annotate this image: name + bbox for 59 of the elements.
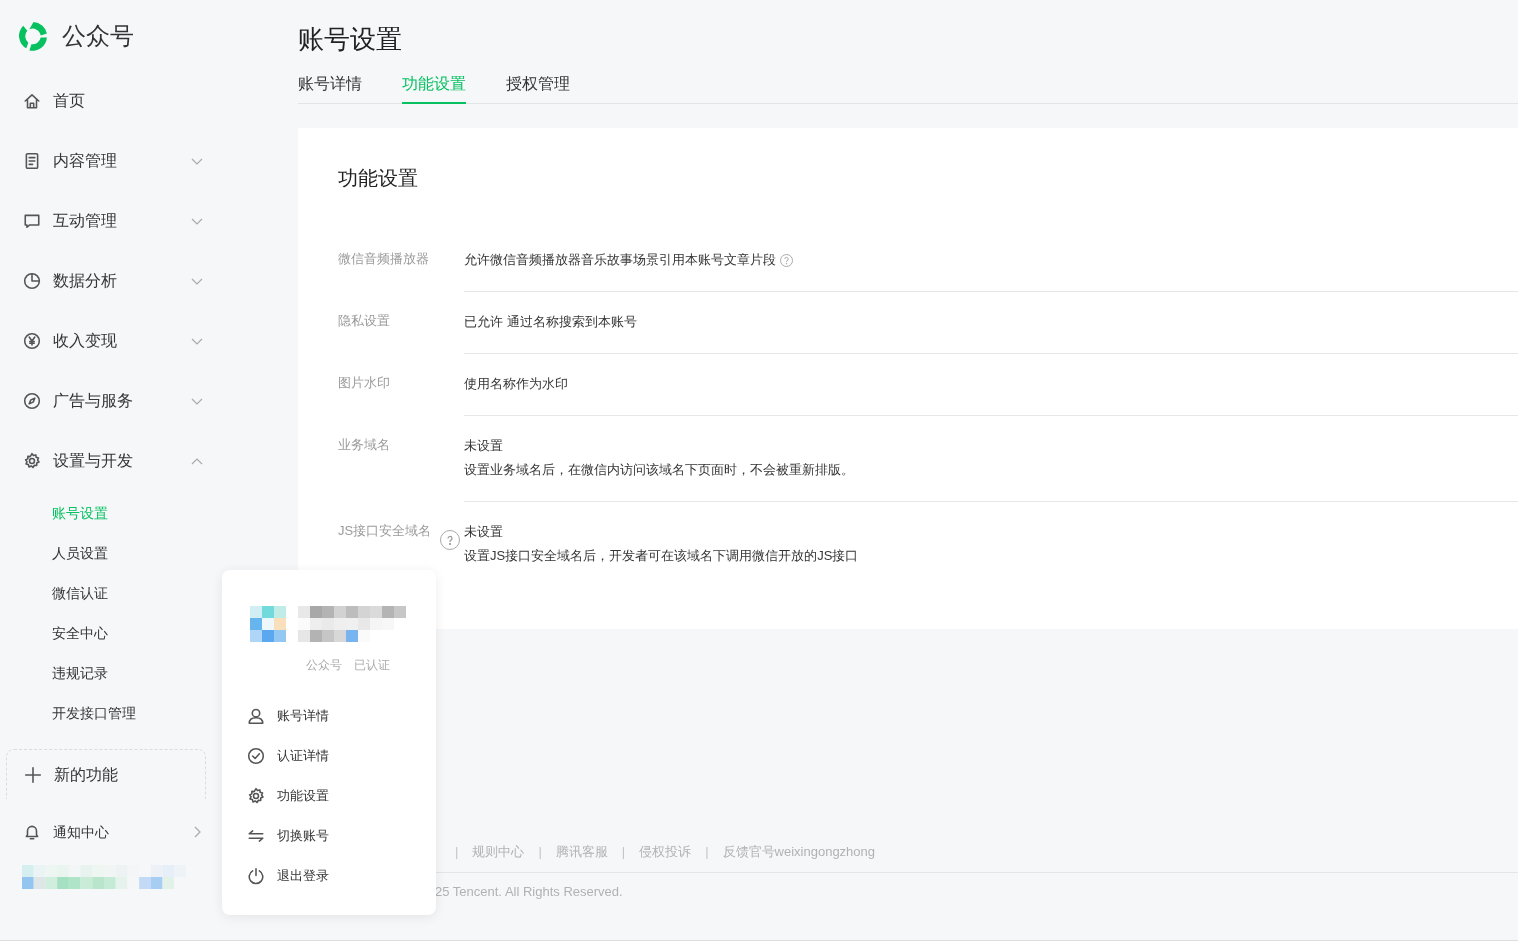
nav-item[interactable]: 首页 [6,71,206,131]
menu-item[interactable]: 功能设置 [222,776,436,816]
submenu-item[interactable]: 违规记录 [6,653,206,693]
nav-item[interactable]: 互动管理 [6,191,206,251]
page-title: 账号设置 [298,23,403,56]
menu-item[interactable]: 退出登录 [222,856,436,896]
separator: | [621,843,626,862]
field-value: 未设置 [464,523,503,541]
yen-icon [23,332,41,350]
separator: | [455,843,459,862]
submenu-item[interactable]: 微信认证 [6,573,206,613]
menu-item[interactable]: 认证详情 [222,736,436,776]
nav-item[interactable]: 内容管理 [6,131,206,191]
home-icon [23,92,41,110]
field-label: JS接口安全域名 [338,522,433,540]
compass-icon [23,392,41,410]
submenu-item[interactable]: 人员设置 [6,533,206,573]
field-description: 设置业务域名后，在微信内访问该域名下页面时，不会被重新排版。 [464,461,854,479]
new-features-button[interactable]: 新的功能 [6,749,206,799]
chat-icon [23,212,41,230]
field-description: 设置JS接口安全域名后，开发者可在该域名下调用微信开放的JS接口 [464,547,859,565]
nav-item[interactable]: 设置与开发 [6,431,206,491]
help-icon [780,253,793,267]
account-tag: 公众号 [306,656,342,674]
field-value: 未设置 [464,437,503,455]
card-title: 功能设置 [338,166,419,191]
field-label: 图片水印 [338,374,391,392]
account-tag: 已认证 [354,656,390,674]
submenu-item[interactable]: 安全中心 [6,613,206,653]
settings-icon [23,452,41,470]
separator: | [538,843,542,862]
brand-name: 公众号 [62,21,134,51]
document-icon [23,152,41,170]
settings-icon [247,787,265,805]
menu-item[interactable]: 账号详情 [222,696,436,736]
tab[interactable]: 授权管理 [506,72,570,104]
nav-item[interactable]: 广告与服务 [6,371,206,431]
notification-center-item[interactable]: 通知中心 [6,799,206,865]
copyright-text: 25 Tencent. All Rights Reserved. [434,883,624,901]
power-icon [247,867,265,885]
menu-item[interactable]: 切换账号 [222,816,436,856]
field-value: 使用名称作为水印 [464,375,568,393]
field-value: 允许微信音频播放器音乐故事场景引用本账号文章片段 [464,251,776,269]
field-label: 业务域名 [338,436,391,454]
plus-icon [24,765,42,784]
check-circle-icon [247,747,265,765]
nav-item[interactable]: 收入变现 [6,311,206,371]
field-label: 微信音频播放器 [338,250,430,268]
field-label: 隐私设置 [338,312,391,330]
bell-icon [23,823,41,841]
submenu-item[interactable]: 开发接口管理 [6,693,206,733]
pie-chart-icon [23,272,41,290]
user-icon [247,707,265,725]
tab[interactable]: 账号详情 [298,72,362,104]
logo-icon [17,19,50,53]
separator: | [705,843,709,862]
field-value: 已允许 通过名称搜索到本账号 [464,313,637,331]
nav-item[interactable]: 数据分析 [6,251,206,311]
switch-arrows-icon [247,827,265,845]
